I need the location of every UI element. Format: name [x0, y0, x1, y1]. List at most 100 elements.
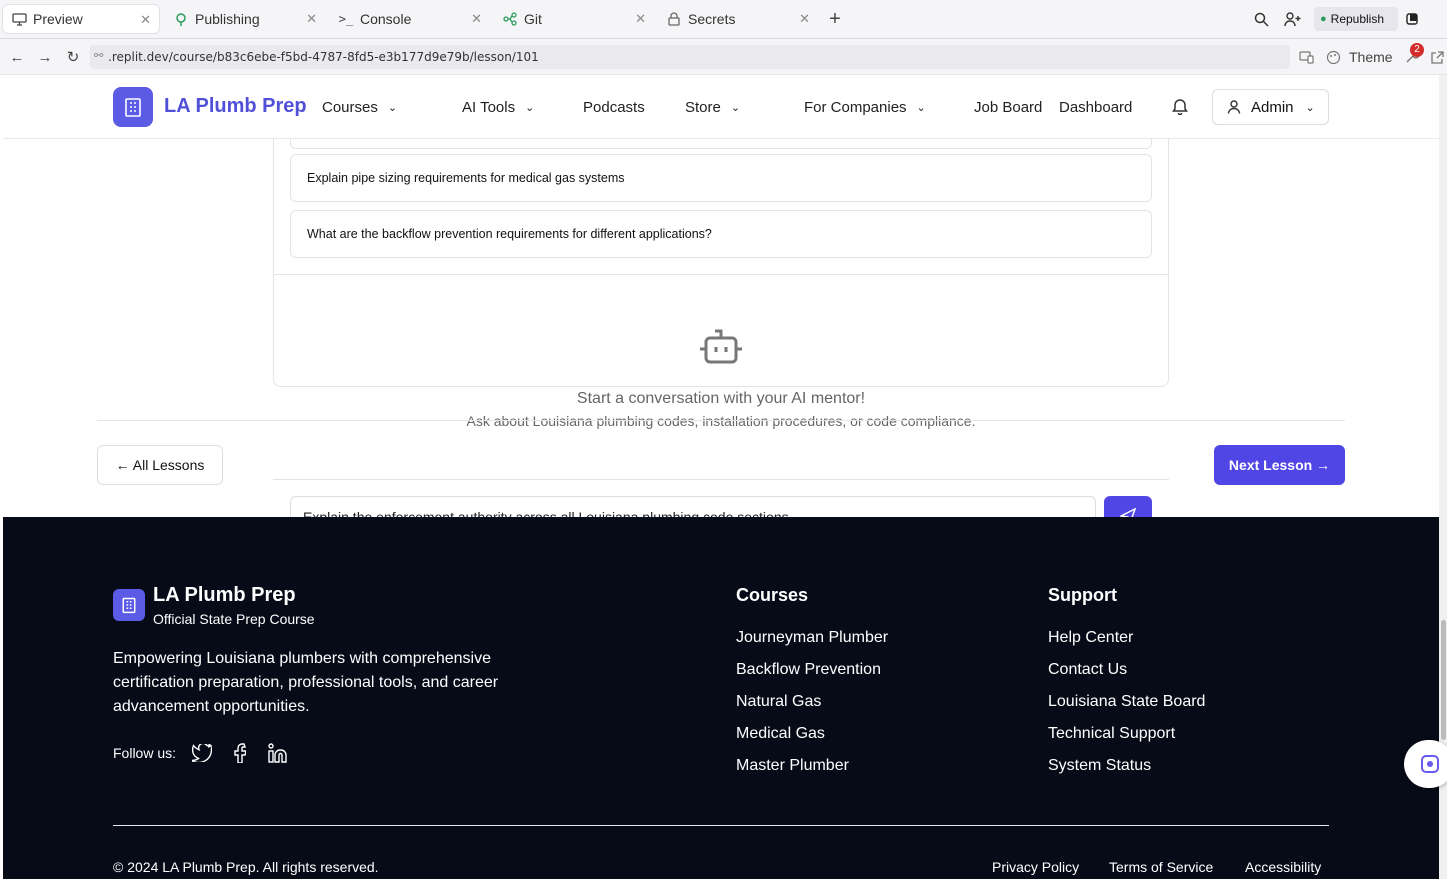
nav-label: For Companies: [804, 99, 907, 116]
forward-icon[interactable]: →: [36, 48, 54, 66]
close-icon[interactable]: ✕: [799, 11, 810, 27]
bell-icon[interactable]: [1172, 97, 1188, 115]
theme-label[interactable]: Theme: [1349, 49, 1393, 65]
tab-secrets[interactable]: Secrets ✕: [658, 4, 818, 34]
footer-link[interactable]: System Status: [1048, 757, 1151, 775]
divider: [274, 274, 1168, 275]
lock-icon: [666, 11, 682, 27]
suggestion-item[interactable]: Explain pipe sizing requirements for med…: [290, 154, 1152, 202]
suggestion-item[interactable]: What are the backflow prevention require…: [290, 210, 1152, 258]
notification-badge: 2: [1410, 43, 1424, 57]
terms-of-service-link[interactable]: Terms of Service: [1109, 859, 1213, 875]
footer-link[interactable]: Technical Support: [1048, 725, 1175, 743]
site-footer: LA Plumb Prep Official State Prep Course…: [3, 517, 1439, 879]
git-icon: [502, 11, 518, 27]
address-bar-row: ← → ↻ ⚯ .replit.dev/course/b83c6ebe-f5bd…: [0, 39, 1447, 75]
close-icon[interactable]: ✕: [140, 12, 151, 28]
admin-menu-button[interactable]: Admin ⌄: [1212, 89, 1329, 125]
tab-label: Secrets: [688, 11, 736, 27]
nav-label: Podcasts: [583, 99, 645, 116]
devices-icon[interactable]: [1297, 48, 1315, 66]
publish-icon: [173, 11, 189, 27]
empty-state-title: Start a conversation with your AI mentor…: [576, 390, 866, 407]
footer-link[interactable]: Backflow Prevention: [736, 661, 881, 679]
nav-courses[interactable]: Courses ⌄: [322, 99, 397, 116]
ai-mentor-card: Explain pipe sizing requirements for med…: [273, 103, 1169, 387]
next-lesson-button[interactable]: Next Lesson →: [1214, 445, 1345, 485]
logo[interactable]: [113, 87, 153, 127]
republish-label: Republish: [1330, 12, 1385, 26]
assistant-icon: [1421, 755, 1439, 773]
site-header: LA Plumb Prep Courses ⌄ AI Tools ⌄ Podcast…: [3, 75, 1439, 139]
close-icon[interactable]: ✕: [306, 11, 317, 27]
all-lessons-button[interactable]: ← All Lessons: [97, 445, 223, 485]
reload-icon[interactable]: ↻: [64, 48, 82, 66]
new-tab-button[interactable]: +: [826, 8, 844, 30]
divider: [273, 479, 1169, 480]
url-input[interactable]: ⚯ .replit.dev/course/b83c6ebe-f5bd-4787-…: [90, 45, 1290, 69]
publish-icon: ●: [1320, 13, 1327, 25]
window-icon[interactable]: [1403, 10, 1421, 28]
nav-store[interactable]: Store ⌄: [685, 99, 740, 116]
footer-link[interactable]: Medical Gas: [736, 725, 825, 743]
search-icon[interactable]: [1252, 10, 1270, 28]
chevron-down-icon: ⌄: [730, 102, 741, 114]
linkedin-icon[interactable]: [268, 743, 288, 763]
footer-link[interactable]: Master Plumber: [736, 757, 849, 775]
tab-publishing[interactable]: Publishing ✕: [165, 4, 325, 34]
chevron-down-icon: ⌄: [387, 102, 398, 114]
floating-assistant-button[interactable]: [1404, 740, 1447, 788]
nav-for-companies[interactable]: For Companies ⌄: [804, 99, 926, 116]
chevron-down-icon: ⌄: [525, 102, 535, 114]
footer-brand: LA Plumb Prep: [153, 584, 296, 606]
footer-divider: [113, 825, 1329, 826]
copyright: © 2024 LA Plumb Prep. All rights reserve…: [113, 859, 379, 875]
empty-state-subtitle: Ask about Louisiana plumbing codes, inst…: [466, 413, 976, 429]
tab-preview[interactable]: Preview ✕: [2, 4, 160, 34]
follow-us: Follow us:: [113, 743, 288, 763]
page-viewport: LA Plumb Prep Courses ⌄ AI Tools ⌄ Podcast…: [3, 75, 1439, 879]
building-icon: [122, 597, 136, 614]
robot-icon: [698, 328, 744, 373]
tab-label: Git: [524, 11, 542, 27]
tab-git[interactable]: Git ✕: [494, 4, 654, 34]
close-icon[interactable]: ✕: [471, 11, 482, 27]
brand-name[interactable]: LA Plumb Prep: [164, 95, 307, 118]
footer-link[interactable]: Natural Gas: [736, 693, 821, 711]
admin-label: Admin: [1251, 98, 1294, 116]
add-user-icon[interactable]: [1283, 10, 1301, 28]
facebook-icon[interactable]: [230, 743, 250, 763]
back-icon[interactable]: ←: [8, 48, 26, 66]
tab-console[interactable]: >_ Console ✕: [330, 4, 490, 34]
footer-tagline: Official State Prep Course: [153, 611, 315, 627]
follow-label: Follow us:: [113, 745, 177, 761]
scrollbar-thumb[interactable]: [1441, 620, 1446, 740]
privacy-policy-link[interactable]: Privacy Policy: [992, 859, 1079, 875]
twitter-icon[interactable]: [192, 743, 213, 763]
republish-button[interactable]: ● Republish: [1314, 7, 1398, 31]
terminal-icon: >_: [338, 12, 354, 26]
external-link-icon[interactable]: [1428, 48, 1446, 66]
nav-dashboard[interactable]: Dashboard: [1059, 99, 1132, 116]
link-icon: ⚯: [94, 49, 104, 62]
nav-ai-tools[interactable]: AI Tools ⌄: [462, 99, 534, 116]
nav-job-board[interactable]: Job Board: [974, 99, 1042, 116]
monitor-icon: [11, 11, 27, 27]
footer-link[interactable]: Help Center: [1048, 629, 1133, 647]
chevron-down-icon: ⌄: [916, 102, 926, 114]
browser-tab-bar: Preview ✕ Publishing ✕ >_ Console ✕ Git …: [0, 0, 1447, 39]
nav-podcasts[interactable]: Podcasts: [583, 99, 645, 116]
footer-link[interactable]: Louisiana State Board: [1048, 693, 1205, 711]
palette-icon[interactable]: [1324, 48, 1342, 66]
nav-label: AI Tools: [462, 99, 516, 116]
footer-link[interactable]: Contact Us: [1048, 661, 1127, 679]
nav-label: Dashboard: [1059, 99, 1133, 116]
tab-label: Publishing: [195, 11, 260, 27]
building-icon: [125, 98, 141, 117]
courses-heading: Courses: [736, 585, 809, 605]
accessibility-link[interactable]: Accessibility: [1245, 859, 1321, 875]
footer-link[interactable]: Journeyman Plumber: [736, 629, 888, 647]
support-heading: Support: [1048, 585, 1117, 605]
footer-logo[interactable]: [113, 589, 145, 621]
close-icon[interactable]: ✕: [635, 11, 646, 27]
